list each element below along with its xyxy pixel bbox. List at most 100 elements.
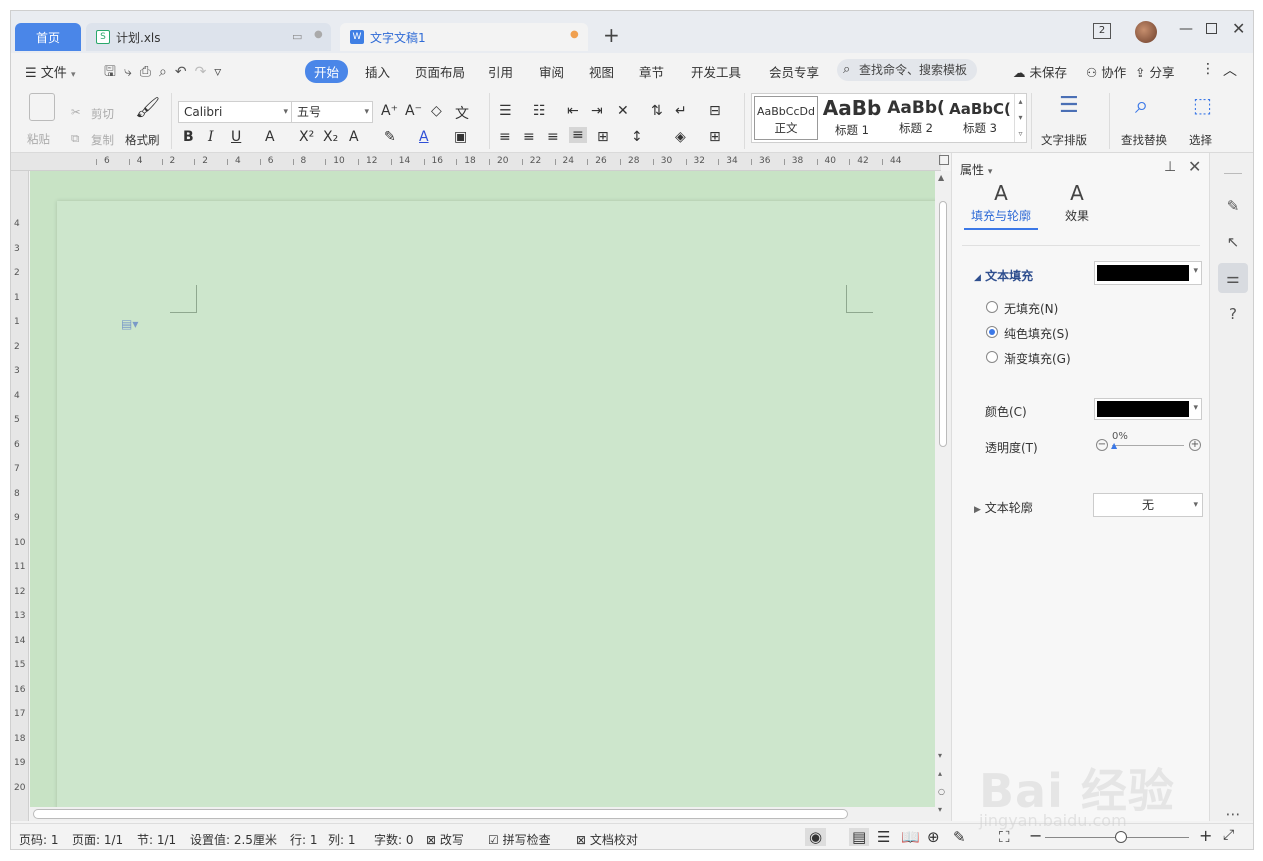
style-heading-2[interactable]: AaBb( 标题 2 <box>884 96 948 140</box>
help-icon[interactable]: ? <box>1218 299 1248 329</box>
radio-gradient-fill-label[interactable]: 渐变填充(G) <box>1004 350 1071 367</box>
menu-page-layout[interactable]: 页面布局 <box>415 62 465 81</box>
styles-scroll[interactable]: ▴ ▾ ▿ <box>1014 94 1026 142</box>
outline-view-icon[interactable]: ☰ <box>877 828 890 846</box>
grow-font-icon[interactable]: A⁺ <box>381 103 398 119</box>
strikethrough-icon[interactable]: A <box>265 129 275 145</box>
font-color-icon[interactable]: A <box>419 129 429 145</box>
scroll-up-icon[interactable]: ▲ <box>938 173 944 182</box>
file-menu[interactable]: ☰ 文件 ▾ <box>25 62 75 81</box>
status-row[interactable]: 行: 1 <box>290 831 318 848</box>
line-spacing-icon[interactable]: ↕ <box>631 129 643 145</box>
more-menu-icon[interactable]: ⋮ <box>1201 61 1215 77</box>
new-tab-button[interactable]: + <box>603 23 620 47</box>
radio-solid-fill[interactable] <box>986 326 998 338</box>
vertical-scrollbar[interactable]: ▲ ▾ ▴ ○ ▾ <box>935 171 951 821</box>
radio-solid-fill-label[interactable]: 纯色填充(S) <box>1004 325 1069 342</box>
table-tools-icon[interactable]: ⊟ <box>709 103 721 119</box>
text-fill-color-picker[interactable]: ▾ <box>1094 261 1202 285</box>
borders-icon[interactable]: ⊞ <box>709 129 721 145</box>
chinese-layout-icon[interactable]: ✕ <box>617 103 629 119</box>
status-pages[interactable]: 页面: 1/1 <box>72 831 123 848</box>
close-panel-icon[interactable]: ✕ <box>1188 157 1201 176</box>
spell-check-toggle[interactable]: ☑ 拼写检查 <box>488 831 551 848</box>
close-window-icon[interactable]: ✕ <box>1232 19 1245 38</box>
color-picker[interactable]: ▾ <box>1094 398 1202 420</box>
proofread-toggle[interactable]: ⊠ 文档校对 <box>576 831 638 848</box>
radio-no-fill-label[interactable]: 无填充(N) <box>1004 300 1058 317</box>
tab-effect[interactable]: A 效果 <box>1052 181 1102 224</box>
page-view-icon[interactable]: ▤ <box>849 828 870 846</box>
horizontal-scrollbar[interactable] <box>30 807 935 821</box>
text-effect-icon[interactable]: A <box>349 129 359 145</box>
style-normal[interactable]: AaBbCcDd 正文 <box>754 96 818 140</box>
status-words[interactable]: 字数: 0 <box>374 831 414 848</box>
text-layout-button[interactable]: 文字排版 <box>1041 132 1087 148</box>
cursor-icon[interactable]: ↖ <box>1218 227 1248 257</box>
collapse-ribbon-icon[interactable]: ︿ <box>1223 60 1237 80</box>
vertical-ruler[interactable]: 4 3 2 1 1 2 3 4 5 6 7 8 9 10 11 12 13 14 15 16 17 18 19 20 <box>11 171 29 821</box>
bold-icon[interactable]: B <box>183 129 194 145</box>
menu-references[interactable]: 引用 <box>488 62 513 81</box>
italic-icon[interactable]: I <box>208 129 214 145</box>
menu-review[interactable]: 审阅 <box>539 62 564 81</box>
find-replace-button[interactable]: 查找替换 <box>1121 132 1167 148</box>
format-painter-button[interactable]: 格式刷 <box>125 132 160 148</box>
unsaved-dot-icon[interactable]: ● <box>570 29 579 40</box>
phonetic-icon[interactable]: 文 <box>455 103 469 123</box>
shrink-font-icon[interactable]: A⁻ <box>405 103 422 119</box>
web-view-icon[interactable]: ⊕ <box>927 828 940 846</box>
pen-icon[interactable]: ✎ <box>1218 191 1248 221</box>
rewrite-toggle[interactable]: ⊠ 改写 <box>426 831 464 848</box>
print-preview-icon[interactable]: ⌕ <box>159 64 175 80</box>
menu-chapter[interactable]: 章节 <box>639 62 664 81</box>
page-nav-icons[interactable]: ▾ ▴ ○ ▾ <box>938 747 945 819</box>
write-mode-icon[interactable]: ✎ <box>953 828 966 846</box>
tab-plan-xls[interactable]: S 计划.xls ▭ ● <box>86 23 331 51</box>
paste-icon[interactable] <box>29 93 55 121</box>
horizontal-ruler[interactable]: 6 4 2 2 4 6 8 10 12 14 16 18 20 22 24 26 28 30 32 34 36 38 40 4… <box>11 153 941 171</box>
horizontal-scroll-thumb[interactable] <box>33 809 848 819</box>
transparency-slider[interactable] <box>1112 445 1184 446</box>
monitor-icon[interactable]: ▭ <box>292 30 302 43</box>
numbered-list-icon[interactable]: ☷ <box>533 103 546 119</box>
minimize-icon[interactable]: — <box>1179 21 1193 37</box>
share-button[interactable]: ⇪ 分享 <box>1135 62 1174 81</box>
status-setting[interactable]: 设置值: 2.5厘米 <box>190 831 277 848</box>
copy-button[interactable]: 复制 <box>91 132 114 148</box>
paragraph-options-icon[interactable]: ▤▾ <box>121 317 138 331</box>
status-page-code[interactable]: 页码: 1 <box>19 831 59 848</box>
highlight-icon[interactable]: ✎ <box>384 129 396 145</box>
tab-fill-outline[interactable]: A 填充与轮廓 <box>964 181 1038 230</box>
radio-gradient-fill[interactable] <box>986 351 998 363</box>
align-center-icon[interactable]: ≡ <box>523 129 535 145</box>
status-section[interactable]: 节: 1/1 <box>137 831 176 848</box>
text-outline-section[interactable]: ▶ 文本轮廓 <box>974 499 1033 516</box>
style-heading-3[interactable]: AaBbC( 标题 3 <box>948 96 1012 140</box>
clear-format-icon[interactable]: ◇ <box>431 103 442 119</box>
decrease-transparency-icon[interactable]: − <box>1096 439 1108 451</box>
undo-icon[interactable]: ↶ <box>175 64 195 80</box>
menu-insert[interactable]: 插入 <box>365 62 390 81</box>
unsaved-button[interactable]: ☁ 未保存 <box>1013 62 1067 81</box>
format-icon[interactable]: ⤷ <box>124 64 140 80</box>
read-view-icon[interactable]: 📖 <box>901 828 920 846</box>
tab-home[interactable]: 首页 <box>15 23 81 51</box>
superscript-icon[interactable]: X² <box>299 129 314 145</box>
transparency-slider-handle[interactable]: ▲ <box>1111 441 1117 450</box>
paste-button[interactable]: 粘贴 <box>27 131 50 147</box>
character-border-icon[interactable]: ▣ <box>454 129 467 145</box>
status-col[interactable]: 列: 1 <box>328 831 356 848</box>
redo-icon[interactable]: ↷ <box>195 64 215 80</box>
font-name-select[interactable]: Calibri <box>178 101 292 123</box>
collab-button[interactable]: ⚇ 协作 <box>1086 62 1126 81</box>
properties-sliders-icon[interactable]: ⚌ <box>1218 263 1248 293</box>
menu-developer[interactable]: 开发工具 <box>691 62 741 81</box>
tab-document-1[interactable]: W 文字文稿1 ● <box>340 23 588 51</box>
show-marks-icon[interactable]: ↵ <box>675 103 687 119</box>
customize-icon[interactable]: ▿ <box>214 64 229 80</box>
bullet-list-icon[interactable]: ☰ <box>499 103 512 119</box>
menu-member[interactable]: 会员专享 <box>769 62 819 81</box>
distribute-icon[interactable]: ⊞ <box>597 129 609 145</box>
cut-button[interactable]: 剪切 <box>91 106 114 122</box>
